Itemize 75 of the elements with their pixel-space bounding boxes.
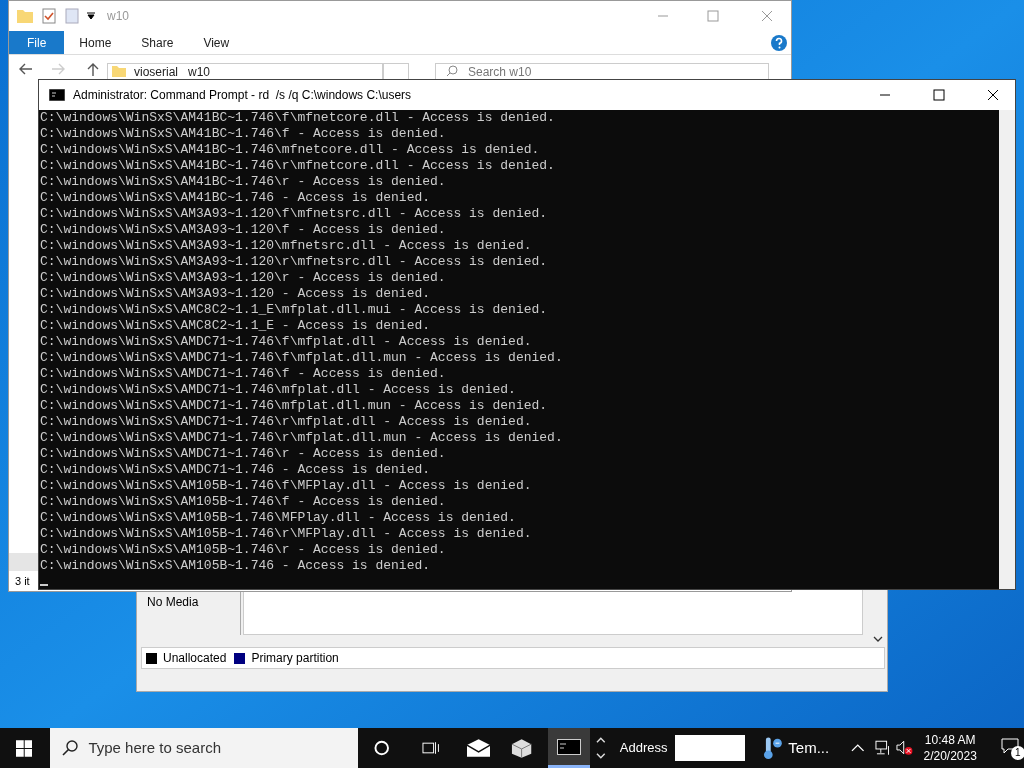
console-icon	[556, 738, 581, 755]
legend-label: Unallocated	[163, 650, 227, 667]
console-line: C:\windows\WinSxS\AM3A93~1.120\r - Access is denied.	[40, 270, 447, 286]
console-line: C:\windows\WinSxS\AM41BC~1.746\r - Access is denied.	[40, 174, 447, 190]
console-line: C:\windows\WinSxS\AM3A93~1.120\r\mfnetsrc.dll - Access is denied.	[40, 254, 549, 270]
console-line: C:\windows\WinSxS\AMDC71~1.746 - Access is denied.	[40, 462, 432, 478]
console-line: C:\windows\WinSxS\AMDC71~1.746\f\mfplat.dll.mun - Access is denied.	[40, 350, 564, 366]
legend-label: Primary partition	[251, 650, 339, 667]
console-line: C:\windows\WinSxS\AMDC71~1.746\r\mfplat.dll - Access is denied.	[40, 414, 533, 430]
console-line: C:\windows\WinSxS\AMDC71~1.746\r\mfplat.dll.mun - Access is denied.	[40, 430, 564, 446]
windows-start-icon[interactable]	[16, 739, 33, 757]
close-icon[interactable]	[987, 89, 999, 101]
console-line: C:\windows\WinSxS\AM105B~1.746\f - Access is denied.	[40, 494, 447, 510]
help-icon[interactable]	[771, 34, 787, 51]
search-field[interactable]: Type here to search	[50, 728, 359, 768]
console-line: C:\windows\WinSxS\AMDC71~1.746\f\mfplat.dll - Access is denied.	[40, 334, 533, 350]
console-line: C:\windows\WinSxS\AMDC71~1.746\r - Access is denied.	[40, 446, 447, 462]
window-title: w10	[107, 8, 129, 25]
search-icon	[446, 65, 458, 77]
console-line: C:\windows\WinSxS\AM105B~1.746\f\MFPlay.dll - Access is denied.	[40, 478, 533, 494]
text-cursor	[40, 584, 48, 586]
clock-date[interactable]: 2/20/2023	[923, 748, 977, 764]
muted-speaker-icon[interactable]	[896, 740, 914, 756]
disk-status: No Media	[147, 595, 199, 609]
cortana-icon[interactable]	[374, 740, 390, 756]
chevron-up-icon[interactable]	[851, 743, 865, 753]
console-line: C:\windows\WinSxS\AM105B~1.746 - Access is denied.	[40, 558, 432, 574]
console-line: C:\windows\WinSxS\AM3A93~1.120 - Access is denied.	[40, 286, 432, 302]
console-line: C:\windows\WinSxS\AM105B~1.746\r - Access is denied.	[40, 542, 447, 558]
console-line: C:\windows\WinSxS\AM41BC~1.746\mfnetcore.dll - Access is denied.	[40, 142, 541, 158]
search-icon	[62, 740, 79, 756]
console-icon	[49, 89, 65, 101]
thermometer-icon	[763, 735, 783, 761]
scroll-arrows-icon[interactable]	[596, 735, 606, 761]
notification-icon[interactable]	[1000, 738, 1019, 754]
mail-icon[interactable]	[467, 739, 491, 757]
address-label: Address	[619, 739, 668, 758]
folder-icon	[112, 65, 126, 77]
console-line: C:\windows\WinSxS\AM3A93~1.120\f\mfnetsrc.dll - Access is denied.	[40, 206, 549, 222]
back-arrow-icon[interactable]	[19, 63, 33, 75]
breadcrumb[interactable]: w10	[188, 65, 211, 79]
ribbon-tab[interactable]: File	[9, 31, 65, 54]
console-line: C:\windows\WinSxS\AMC8C2~1.1_E\mfplat.dll.mui - Access is denied.	[40, 302, 549, 318]
ribbon-tab[interactable]: Home	[64, 31, 127, 54]
console-line: C:\windows\WinSxS\AM105B~1.746\MFPlay.dll - Access is denied.	[40, 510, 517, 526]
dropdown-icon[interactable]	[87, 12, 95, 20]
console-line: C:\windows\WinSxS\AM41BC~1.746\r\mfnetcore.dll - Access is denied.	[40, 158, 556, 174]
window-title: Administrator: Command Prompt - rd /s /q C:\windows C:\users	[73, 87, 412, 104]
weather-text[interactable]: Tem...	[788, 736, 830, 760]
console-line: C:\windows\WinSxS\AMDC71~1.746\mfplat.dll - Access is denied.	[40, 382, 517, 398]
console-line: C:\windows\WinSxS\AMDC71~1.746\mfplat.dll.mun - Access is denied.	[40, 398, 549, 414]
ribbon-tab[interactable]: View	[188, 31, 245, 54]
chevron-down-icon[interactable]	[873, 635, 883, 643]
console-line: C:\windows\WinSxS\AM41BC~1.746\f\mfnetcore.dll - Access is denied.	[40, 110, 556, 126]
up-arrow-icon[interactable]	[87, 63, 99, 77]
vertical-scrollbar[interactable]	[999, 110, 1015, 589]
console-line: C:\windows\WinSxS\AM105B~1.746\r\MFPlay.dll - Access is denied.	[40, 526, 533, 542]
address-field[interactable]	[675, 735, 745, 761]
package-icon[interactable]	[510, 738, 534, 758]
breadcrumb[interactable]: vioserial	[134, 65, 178, 79]
console-line: C:\windows\WinSxS\AM41BC~1.746 - Access is denied.	[40, 190, 432, 206]
console-line: C:\windows\WinSxS\AM3A93~1.120\f - Access is denied.	[40, 222, 447, 238]
task-view-icon[interactable]	[421, 740, 440, 756]
console-line: C:\windows\WinSxS\AM3A93~1.120\mfnetsrc.dll - Access is denied.	[40, 238, 533, 254]
status-text: 3 it	[15, 573, 30, 589]
console-line: C:\windows\WinSxS\AMC8C2~1.1_E - Access is denied.	[40, 318, 432, 334]
maximize-icon[interactable]	[933, 89, 945, 101]
clock-time[interactable]: 10:48 AM	[924, 732, 976, 748]
command-prompt-taskbar-button[interactable]	[547, 728, 591, 768]
properties-icon[interactable]	[41, 8, 57, 24]
console-line: C:\windows\WinSxS\AMDC71~1.746\f - Access is denied.	[40, 366, 447, 382]
ribbon-tab[interactable]: Share	[126, 31, 189, 54]
console-line: C:\windows\WinSxS\AM41BC~1.746\f - Access is denied.	[40, 126, 447, 142]
horizontal-scrollbar[interactable]	[9, 553, 38, 571]
notification-badge: 1	[1010, 746, 1024, 760]
